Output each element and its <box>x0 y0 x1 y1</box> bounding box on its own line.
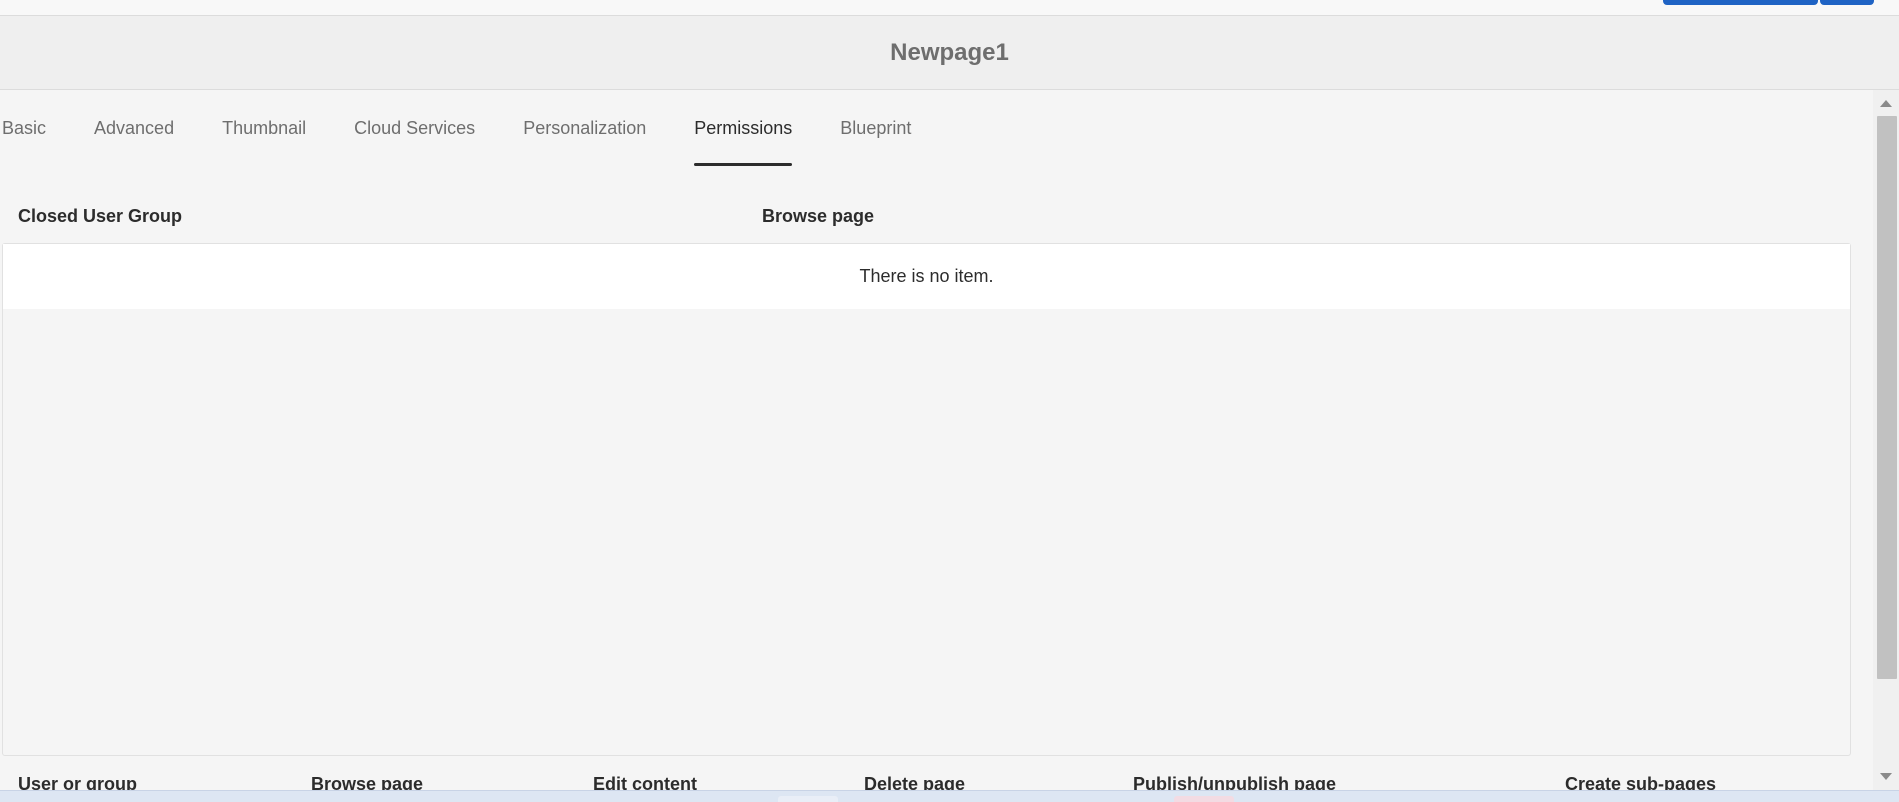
closed-user-group-list: There is no item. <box>2 243 1851 756</box>
tab-label: Blueprint <box>840 118 912 138</box>
primary-action-button[interactable] <box>1663 0 1818 5</box>
taskbar-strip <box>0 790 1899 802</box>
tab-permissions[interactable]: Permissions <box>694 90 793 166</box>
empty-list-message: There is no item. <box>3 244 1850 309</box>
taskbar-item[interactable] <box>778 796 838 802</box>
title-bar: Newpage1 <box>0 16 1899 90</box>
properties-tabs: Basic Advanced Thumbnail Cloud Services … <box>0 90 1870 166</box>
tab-label: Personalization <box>523 118 647 138</box>
tab-blueprint[interactable]: Blueprint <box>840 90 911 166</box>
cug-browse-page-heading: Browse page <box>762 206 875 226</box>
tab-thumbnail[interactable]: Thumbnail <box>222 90 306 166</box>
tab-label: Thumbnail <box>222 118 307 138</box>
scroll-thumb[interactable] <box>1877 116 1897 679</box>
primary-action-dropdown-button[interactable] <box>1820 0 1874 5</box>
tab-basic[interactable]: Basic <box>2 90 46 166</box>
top-toolbar-strip <box>0 0 1899 16</box>
tab-personalization[interactable]: Personalization <box>523 90 646 166</box>
tab-label: Cloud Services <box>354 118 476 138</box>
taskbar-item[interactable] <box>1174 796 1234 802</box>
closed-user-group-heading: Closed User Group <box>18 206 183 226</box>
tab-cloud-services[interactable]: Cloud Services <box>354 90 475 166</box>
page-title: Newpage1 <box>890 38 1009 66</box>
scroll-down-arrow-icon[interactable] <box>1880 773 1892 780</box>
vertical-scrollbar[interactable] <box>1873 90 1899 790</box>
tab-label: Permissions <box>694 118 793 138</box>
tab-label: Basic <box>2 118 47 138</box>
scroll-up-arrow-icon[interactable] <box>1880 100 1892 107</box>
tab-advanced[interactable]: Advanced <box>94 90 174 166</box>
tab-label: Advanced <box>94 118 175 138</box>
